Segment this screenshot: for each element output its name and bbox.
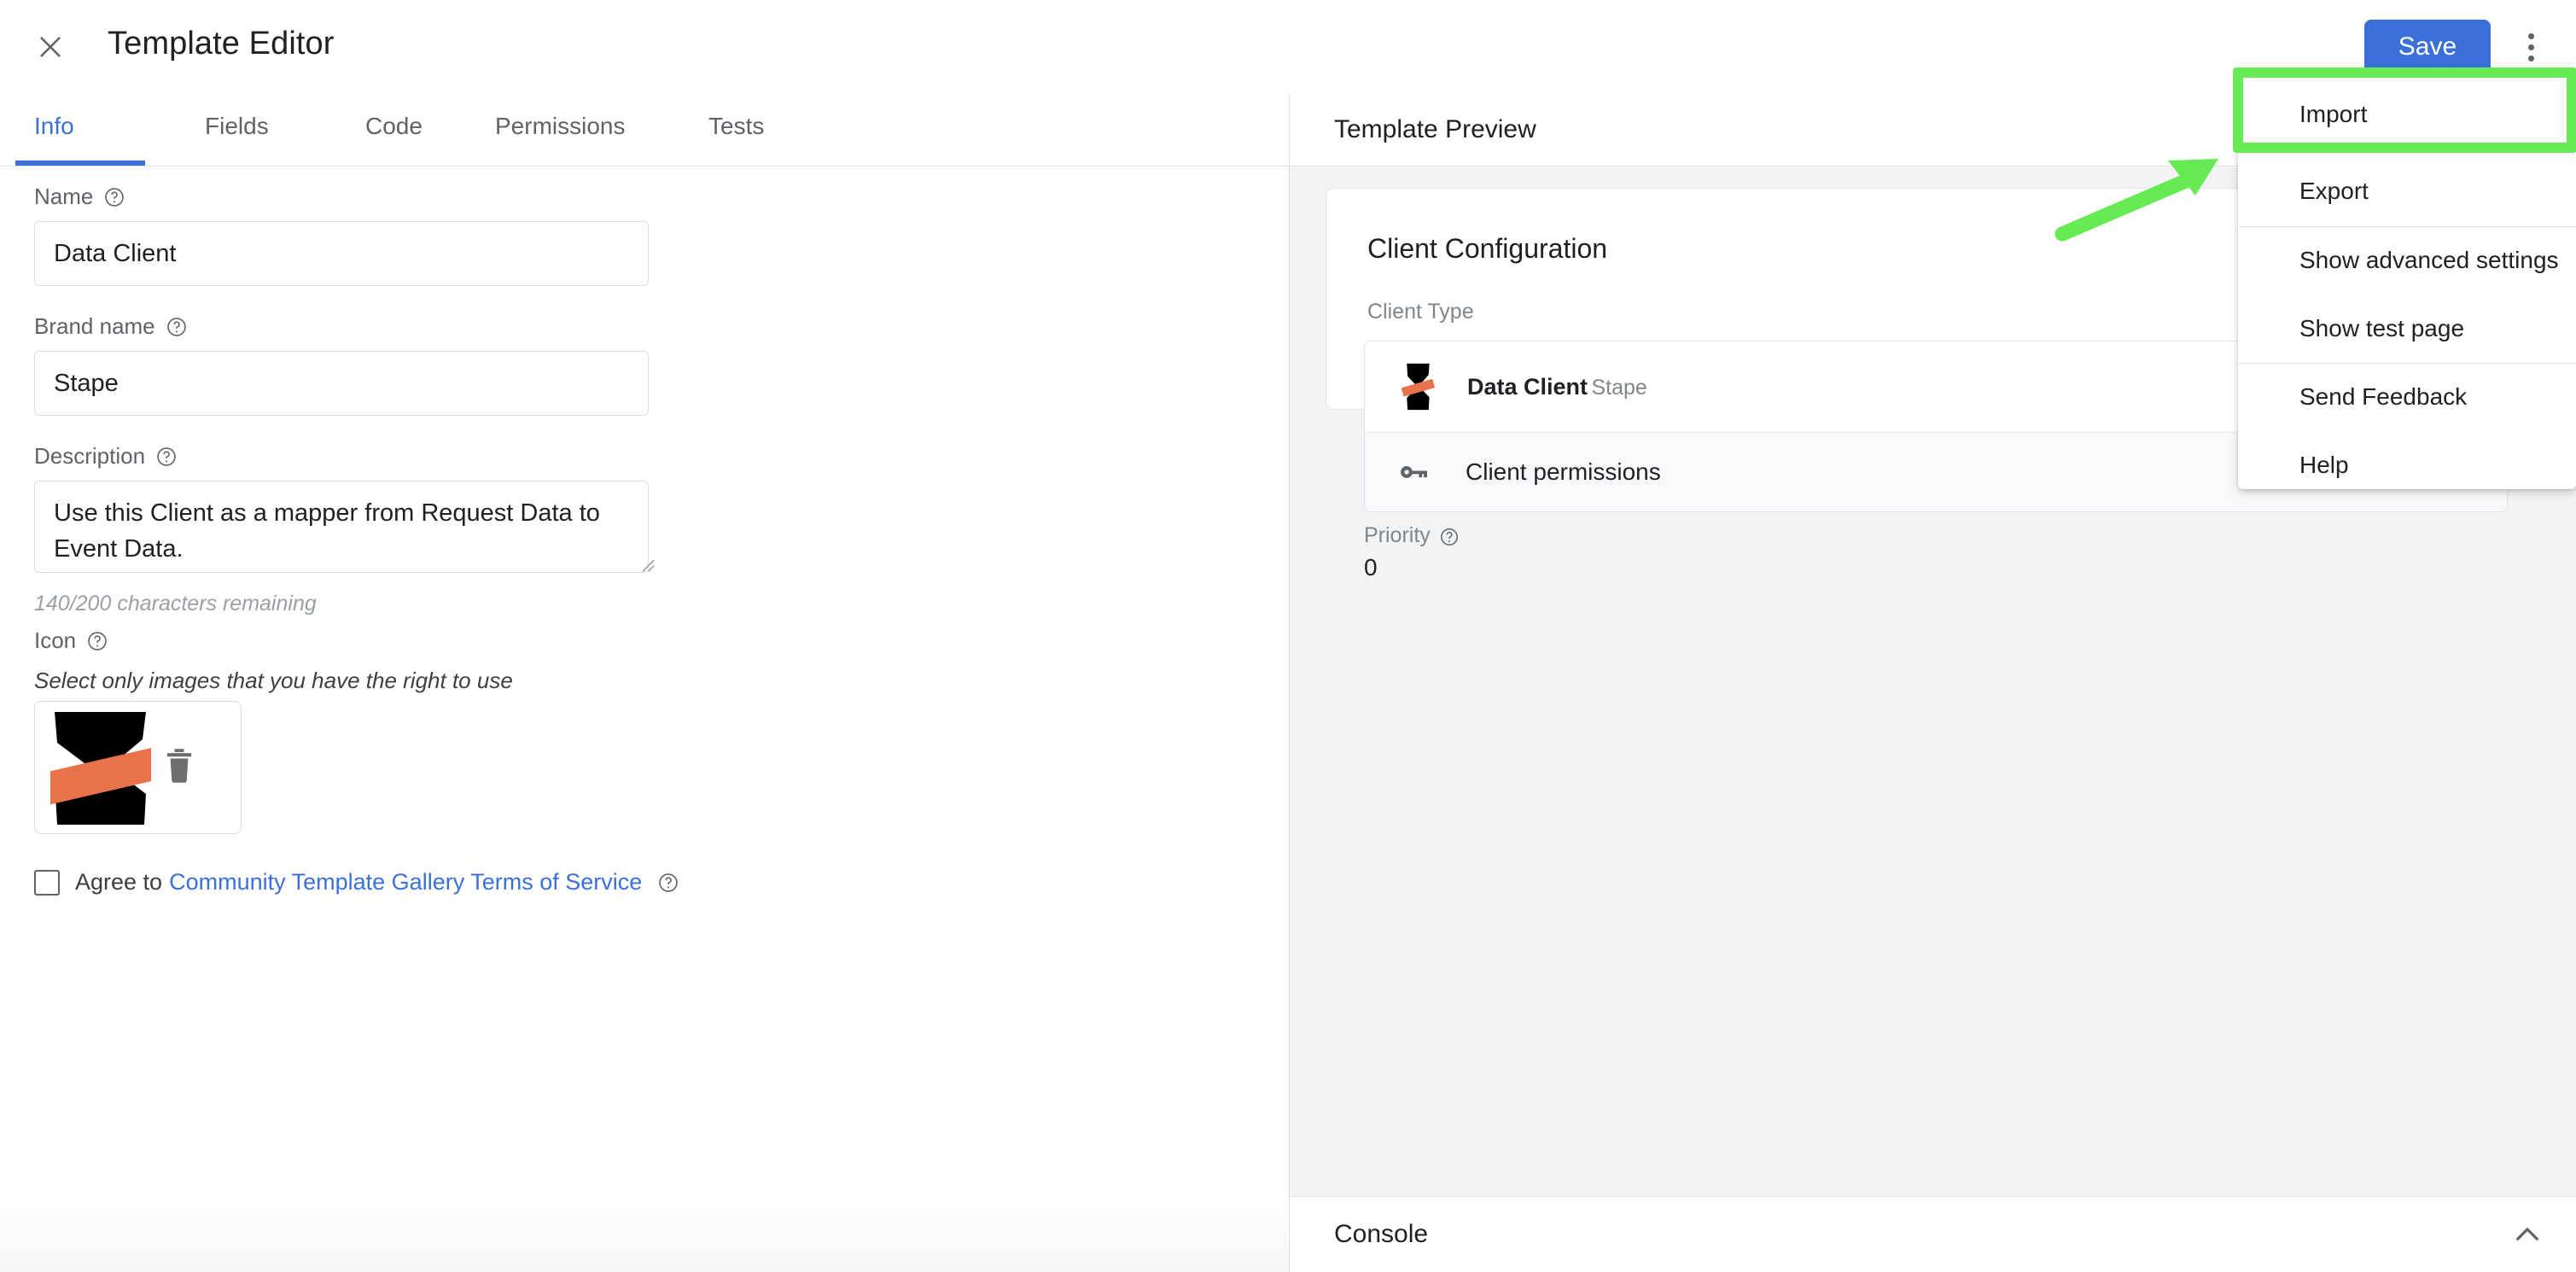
description-label-text: Description — [34, 443, 146, 469]
priority-label-text: Priority — [1364, 523, 1431, 547]
tab-fields[interactable]: Fields — [205, 94, 269, 166]
help-circle-icon[interactable] — [166, 316, 188, 338]
card-title: Client Configuration — [1367, 233, 1608, 264]
help-circle-icon[interactable] — [657, 872, 679, 894]
stape-logo-thumbnail — [50, 710, 151, 826]
tab-tests[interactable]: Tests — [708, 94, 764, 166]
menu-item-show-advanced-settings[interactable]: Show advanced settings — [2238, 226, 2576, 295]
menu-item-help[interactable]: Help — [2238, 431, 2576, 499]
terms-prefix-text: Agree to — [75, 869, 163, 895]
terms-of-service-row: Agree to Community Template Gallery Term… — [34, 869, 679, 896]
tab-info[interactable]: Info — [34, 94, 74, 166]
stape-logo-icon — [1394, 363, 1442, 411]
brand-name-label: Brand name — [34, 313, 188, 340]
brand-name-input[interactable] — [34, 351, 649, 416]
menu-item-send-feedback[interactable]: Send Feedback — [2238, 363, 2576, 431]
key-icon — [1394, 453, 1431, 491]
trash-icon[interactable] — [163, 746, 195, 785]
overflow-menu: Import Export Show advanced settings Sho… — [2238, 73, 2576, 489]
console-label: Console — [1334, 1220, 1429, 1248]
help-circle-icon[interactable] — [86, 630, 108, 652]
description-textarea[interactable] — [34, 481, 649, 573]
console-bar[interactable]: Console — [1290, 1196, 2576, 1272]
chevron-up-icon[interactable] — [2509, 1217, 2545, 1253]
list-item-text: Data Client Stape — [1467, 371, 1647, 403]
tab-permissions[interactable]: Permissions — [495, 94, 625, 166]
name-input[interactable] — [34, 221, 649, 286]
icon-label: Icon — [34, 627, 108, 654]
menu-item-import[interactable]: Import — [2238, 73, 2576, 156]
client-brand: Stape — [1591, 375, 1647, 400]
permissions-label: Client permissions — [1466, 458, 1661, 485]
client-name: Data Client — [1467, 373, 1588, 400]
priority-label: Priority — [1364, 523, 1460, 548]
icon-rights-note: Select only images that you have the rig… — [34, 668, 513, 693]
name-label-text: Name — [34, 184, 94, 209]
client-type-label: Client Type — [1367, 300, 1474, 324]
menu-item-show-test-page[interactable]: Show test page — [2238, 295, 2576, 363]
priority-value: 0 — [1364, 554, 1378, 581]
app-bar: Template Editor Save — [0, 0, 2576, 94]
menu-item-export[interactable]: Export — [2238, 156, 2576, 226]
tab-strip: Info Fields Code Permissions Tests — [0, 94, 1289, 166]
icon-preview-box[interactable] — [34, 701, 242, 834]
terms-checkbox[interactable] — [34, 869, 60, 896]
tab-code[interactable]: Code — [365, 94, 423, 166]
more-vert-icon[interactable] — [2508, 24, 2554, 70]
info-form-panel: Name Brand name Description — [0, 166, 1289, 1272]
help-circle-icon[interactable] — [103, 186, 125, 208]
terms-of-service-link[interactable]: Community Template Gallery Terms of Serv… — [169, 869, 642, 896]
close-icon[interactable] — [34, 31, 67, 63]
tab-active-indicator — [15, 160, 145, 166]
left-panel-bottom-fade — [0, 1199, 1289, 1272]
brand-name-label-text: Brand name — [34, 313, 155, 339]
save-button[interactable]: Save — [2364, 20, 2491, 74]
page-title: Template Editor — [108, 26, 335, 61]
description-char-counter: 140/200 characters remaining — [34, 592, 317, 616]
help-circle-icon[interactable] — [155, 446, 178, 468]
help-circle-icon[interactable] — [1439, 526, 1460, 546]
icon-label-text: Icon — [34, 627, 77, 653]
name-label: Name — [34, 184, 125, 210]
description-label: Description — [34, 443, 178, 470]
